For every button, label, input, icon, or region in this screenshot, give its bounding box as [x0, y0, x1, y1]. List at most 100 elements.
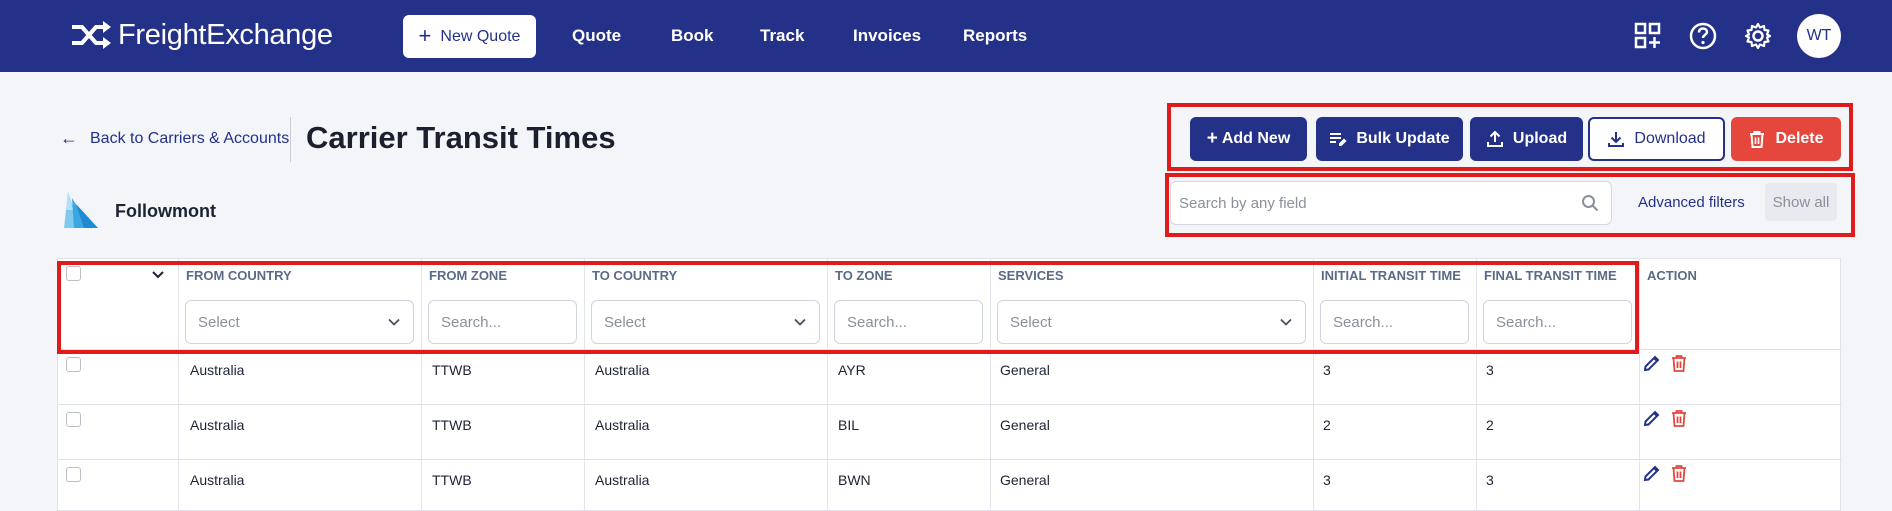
cell-to-zone: AYR [838, 362, 866, 378]
add-new-label: Add New [1221, 130, 1291, 147]
new-quote-label: New Quote [440, 27, 521, 45]
filter-to-zone-placeholder: Search... [847, 313, 908, 331]
carrier-logo [64, 192, 98, 228]
filter-final-transit-placeholder: Search... [1496, 313, 1557, 331]
trash-icon[interactable] [1669, 463, 1689, 483]
edit-pencil-icon[interactable] [1642, 353, 1662, 373]
download-icon [1608, 132, 1625, 147]
page-title: Carrier Transit Times [306, 120, 616, 155]
filter-services-value: Select [1010, 313, 1052, 331]
delete-button[interactable]: Delete [1731, 117, 1841, 161]
nav-reports[interactable]: Reports [963, 26, 1027, 46]
header-initial-transit-time: INITIAL TRANSIT TIME [1321, 268, 1461, 283]
user-avatar[interactable]: WT [1797, 14, 1841, 58]
column-divider [990, 259, 991, 511]
brand-logo[interactable]: FreightExchange [70, 18, 333, 52]
cell-from-zone: TTWB [432, 417, 472, 433]
upload-button[interactable]: Upload [1470, 117, 1583, 161]
title-divider [290, 117, 291, 162]
search-input[interactable] [1171, 182, 1561, 224]
settings-icon[interactable] [1740, 18, 1776, 54]
plus-icon: + [418, 22, 432, 48]
download-button[interactable]: Download [1588, 117, 1725, 161]
search-icon[interactable] [1581, 194, 1599, 212]
back-link-label: Back to Carriers & Accounts [90, 129, 290, 147]
filter-final-transit-input[interactable]: Search... [1483, 300, 1632, 344]
filter-to-country-value: Select [604, 313, 646, 331]
cell-final-transit: 2 [1486, 417, 1494, 433]
column-divider [827, 259, 828, 511]
header-action: ACTION [1647, 268, 1697, 283]
header-from-zone: FROM ZONE [429, 268, 507, 283]
new-quote-button[interactable]: + New Quote [403, 15, 536, 58]
cell-final-transit: 3 [1486, 362, 1494, 378]
filter-initial-transit-placeholder: Search... [1333, 313, 1394, 331]
add-new-button[interactable]: + Add New [1190, 117, 1307, 161]
cell-from-country: Australia [190, 417, 245, 433]
bulk-update-button[interactable]: Bulk Update [1316, 117, 1463, 161]
nav-track[interactable]: Track [760, 26, 804, 46]
cell-services: General [1000, 362, 1050, 378]
cell-to-zone: BIL [838, 417, 860, 433]
header-final-transit-time: FINAL TRANSIT TIME [1484, 268, 1617, 283]
filter-from-zone-placeholder: Search... [441, 313, 502, 331]
chevron-down-icon[interactable] [151, 269, 165, 281]
column-divider [1313, 259, 1314, 511]
carrier-name: Followmont [115, 201, 216, 221]
advanced-filters-link[interactable]: Advanced filters [1638, 194, 1745, 211]
row-checkbox[interactable] [66, 357, 81, 372]
cell-to-country: Australia [595, 472, 650, 488]
filter-initial-transit-input[interactable]: Search... [1320, 300, 1469, 344]
arrow-left-icon: ← [60, 128, 78, 148]
row-checkbox[interactable] [66, 412, 81, 427]
trash-icon[interactable] [1669, 408, 1689, 428]
header-to-country: TO COUNTRY [592, 268, 678, 283]
row-checkbox[interactable] [66, 467, 81, 482]
transit-times-table: FROM COUNTRY FROM ZONE TO COUNTRY TO ZON… [57, 258, 1842, 511]
column-divider [421, 259, 422, 511]
search-field[interactable] [1170, 181, 1612, 225]
filter-from-country-value: Select [198, 313, 240, 331]
back-to-carriers-link[interactable]: ← Back to Carriers & Accounts [60, 128, 289, 149]
edit-pencil-icon[interactable] [1642, 408, 1662, 428]
cell-from-zone: TTWB [432, 362, 472, 378]
cell-initial-transit: 3 [1323, 472, 1331, 488]
upload-icon [1486, 130, 1503, 147]
cell-services: General [1000, 472, 1050, 488]
cell-from-country: Australia [190, 362, 245, 378]
edit-list-icon [1330, 133, 1347, 146]
nav-invoices[interactable]: Invoices [853, 26, 921, 46]
brand-name: FreightExchange [118, 18, 333, 51]
select-all-checkbox[interactable] [66, 266, 81, 281]
column-divider [178, 259, 179, 511]
cell-to-country: Australia [595, 417, 650, 433]
cell-final-transit: 3 [1486, 472, 1494, 488]
help-icon[interactable] [1685, 18, 1721, 54]
trash-icon[interactable] [1669, 353, 1689, 373]
top-nav-bar: FreightExchange + New Quote Quote Book T… [0, 0, 1892, 72]
cell-from-zone: TTWB [432, 472, 472, 488]
filter-services-select[interactable]: Select [997, 300, 1306, 344]
nav-quote[interactable]: Quote [572, 26, 621, 46]
chevron-down-icon [1280, 318, 1292, 326]
row-divider [58, 404, 1842, 405]
download-label: Download [1634, 130, 1706, 147]
cell-to-zone: BWN [838, 472, 871, 488]
header-from-country: FROM COUNTRY [186, 268, 292, 283]
edit-pencil-icon[interactable] [1642, 463, 1662, 483]
filter-to-country-select[interactable]: Select [591, 300, 820, 344]
shuffle-icon [72, 21, 111, 49]
column-divider [584, 259, 585, 511]
trash-icon [1750, 131, 1765, 148]
cell-to-country: Australia [595, 362, 650, 378]
filter-from-country-select[interactable]: Select [185, 300, 414, 344]
filter-from-zone-input[interactable]: Search... [428, 300, 577, 344]
cell-from-country: Australia [190, 472, 245, 488]
cell-initial-transit: 3 [1323, 362, 1331, 378]
delete-label: Delete [1775, 130, 1824, 147]
nav-book[interactable]: Book [671, 26, 714, 46]
show-all-button[interactable]: Show all [1765, 183, 1837, 221]
column-divider [1639, 259, 1640, 511]
apps-add-icon[interactable] [1630, 18, 1666, 54]
filter-to-zone-input[interactable]: Search... [834, 300, 983, 344]
